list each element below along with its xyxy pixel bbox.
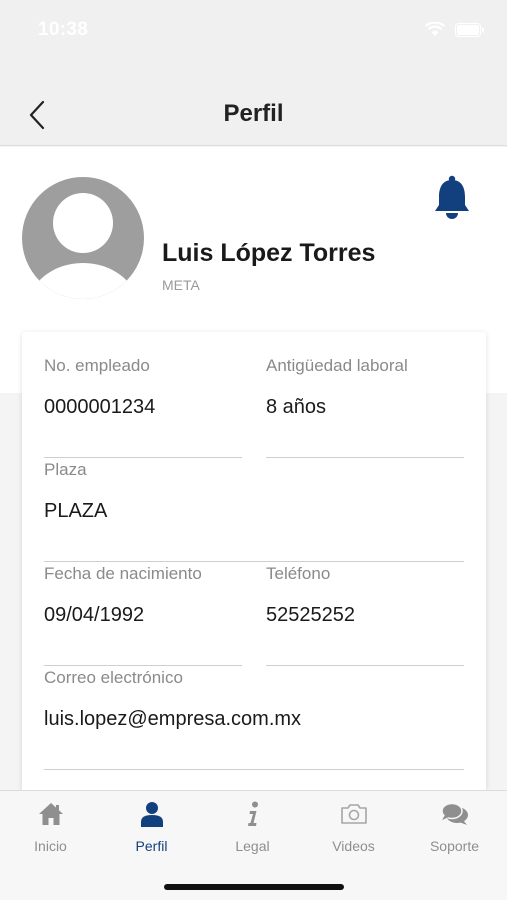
avatar xyxy=(22,177,144,299)
plaza-field: Plaza PLAZA xyxy=(44,460,464,562)
tab-perfil-label: Perfil xyxy=(135,838,168,854)
tab-legal-label: Legal xyxy=(235,838,270,854)
divider xyxy=(44,769,464,770)
phone-label: Teléfono xyxy=(266,564,331,583)
page-title: Perfil xyxy=(223,100,284,127)
birthdate-label: Fecha de nacimiento xyxy=(44,564,202,583)
employee-number-field: No. empleado 0000001234 xyxy=(44,356,242,458)
profile-role: META xyxy=(162,277,200,293)
tab-inicio-label: Inicio xyxy=(34,838,67,854)
plaza-value: PLAZA xyxy=(44,500,108,522)
info-icon xyxy=(247,801,258,826)
home-indicator[interactable] xyxy=(164,884,344,890)
tab-videos-label: Videos xyxy=(332,838,375,854)
divider xyxy=(266,665,464,666)
chat-icon xyxy=(440,802,468,825)
status-time: 10:38 xyxy=(38,19,89,40)
avatar-head xyxy=(53,193,113,253)
birthdate-field: Fecha de nacimiento 09/04/1992 xyxy=(44,564,242,666)
phone-field: Teléfono 52525252 xyxy=(266,564,464,666)
status-bar: 10:38 xyxy=(0,0,507,60)
wifi-icon xyxy=(425,22,445,36)
tab-legal[interactable]: Legal xyxy=(202,791,303,861)
tab-inicio[interactable]: Inicio xyxy=(0,791,101,861)
tab-soporte[interactable]: Soporte xyxy=(404,791,505,861)
seniority-label: Antigüedad laboral xyxy=(266,356,408,375)
tab-perfil[interactable]: Perfil xyxy=(101,791,202,861)
plaza-label: Plaza xyxy=(44,460,87,479)
battery-icon xyxy=(455,22,484,37)
camera-icon xyxy=(340,804,367,824)
employee-info-card: No. empleado 0000001234 Antigüedad labor… xyxy=(22,332,486,792)
email-value: luis.lopez@empresa.com.mx xyxy=(44,708,302,730)
divider xyxy=(266,457,464,458)
profile-name: Luis López Torres xyxy=(162,239,376,267)
status-icons xyxy=(425,22,485,37)
user-icon xyxy=(140,802,163,827)
avatar-body xyxy=(28,263,138,299)
divider xyxy=(44,457,242,458)
employee-number-value: 0000001234 xyxy=(44,396,156,418)
tab-videos[interactable]: Videos xyxy=(303,791,404,861)
divider xyxy=(44,561,464,562)
navigation-bar: Perfil xyxy=(0,60,507,146)
seniority-field: Antigüedad laboral 8 años xyxy=(266,356,464,458)
employee-number-label: No. empleado xyxy=(44,356,150,375)
divider xyxy=(44,665,242,666)
birthdate-value: 09/04/1992 xyxy=(44,604,145,626)
seniority-value: 8 años xyxy=(266,396,327,418)
phone-value: 52525252 xyxy=(266,604,355,626)
email-field: Correo electrónico luis.lopez@empresa.co… xyxy=(44,668,464,770)
bell-icon[interactable] xyxy=(432,175,472,221)
email-label: Correo electrónico xyxy=(44,668,183,687)
home-icon xyxy=(38,803,63,825)
tab-soporte-label: Soporte xyxy=(429,838,480,854)
